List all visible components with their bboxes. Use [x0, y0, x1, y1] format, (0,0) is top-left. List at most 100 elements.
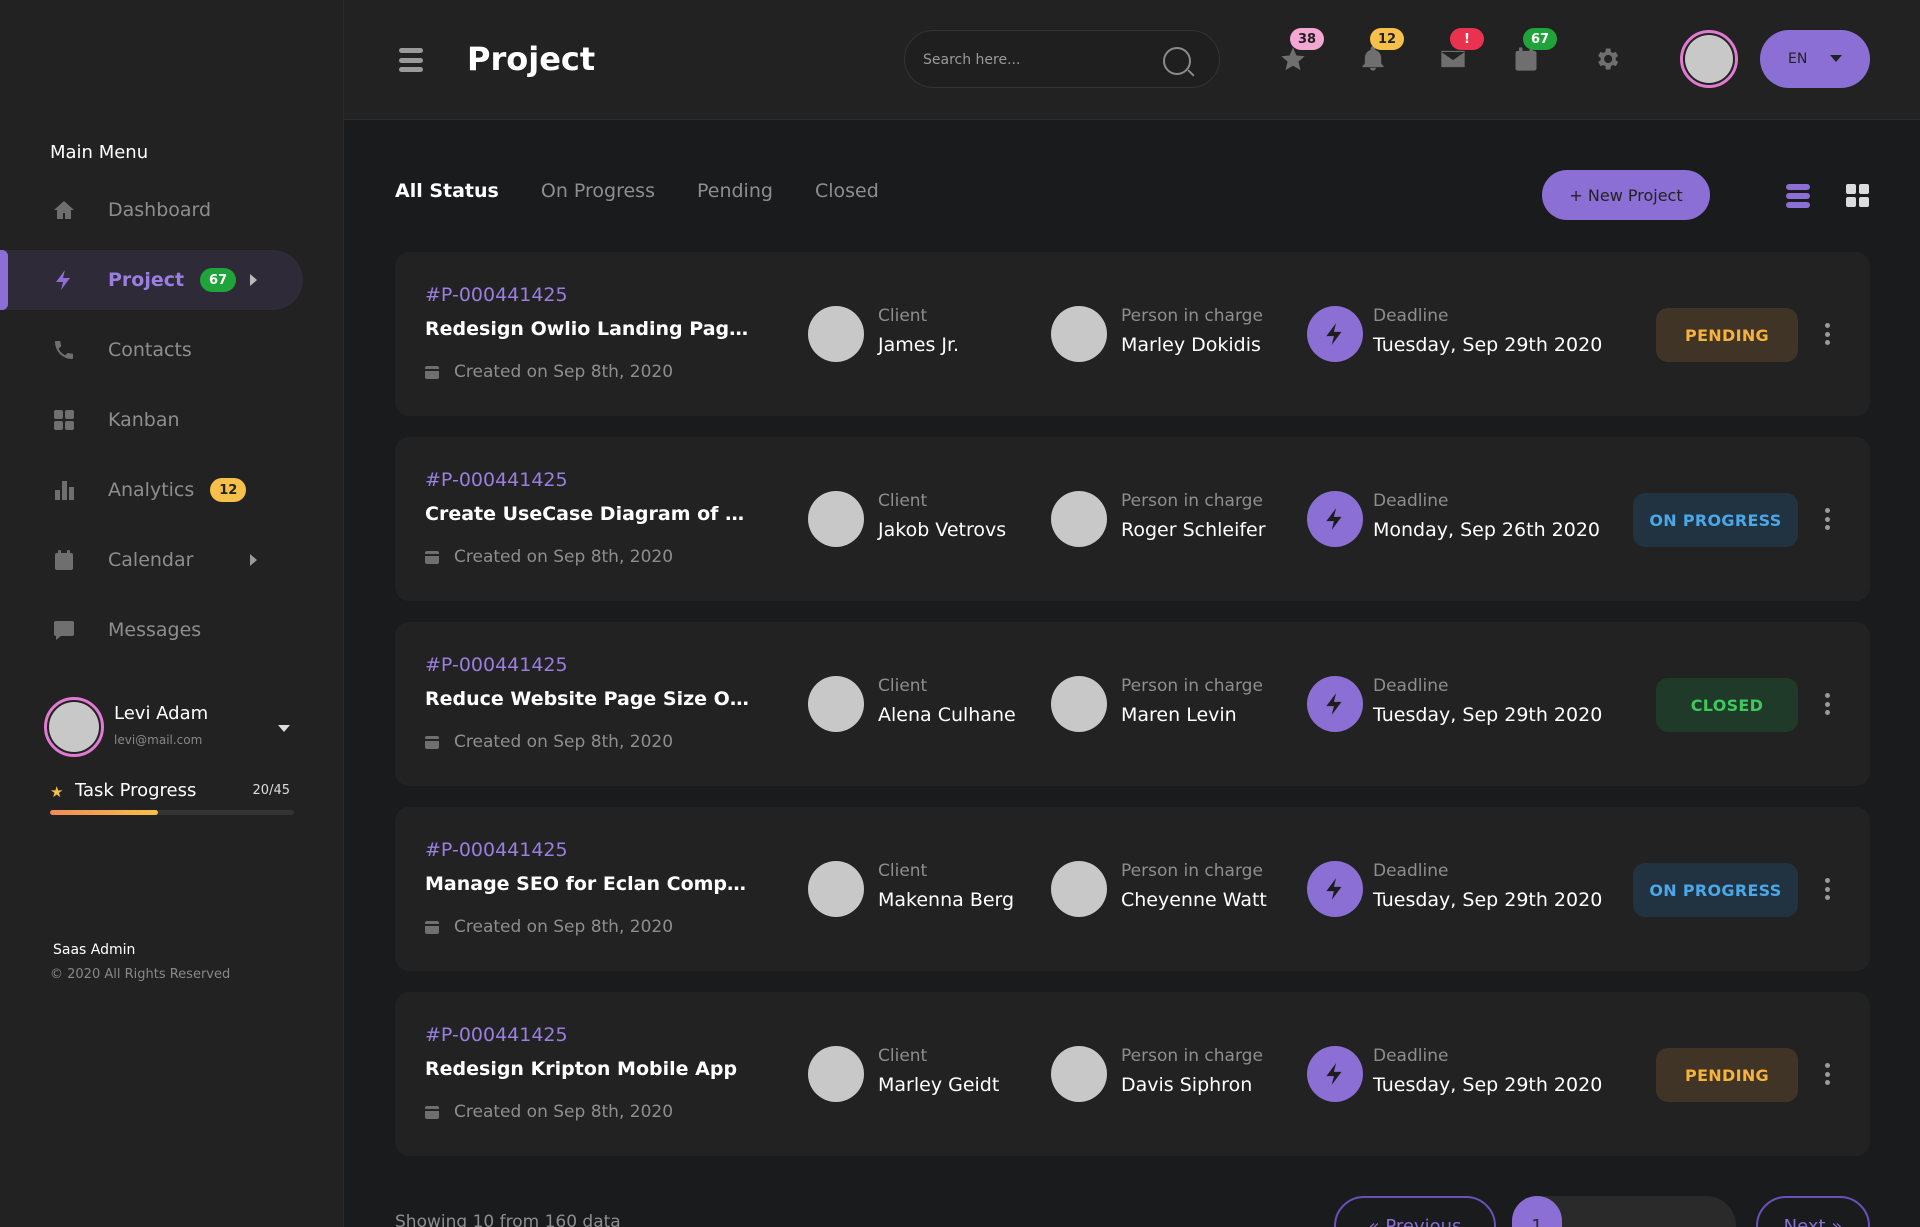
chevron-down-icon[interactable] [278, 725, 290, 732]
project-created: Created on Sep 8th, 2020 [425, 917, 673, 937]
person-name: Maren Levin [1121, 704, 1237, 726]
avatar [44, 697, 104, 757]
grid-view-icon[interactable] [1846, 184, 1870, 208]
sidebar-item-label: Contacts [108, 339, 192, 361]
client-avatar [808, 676, 864, 732]
sidebar: Main Menu Dashboard Project 67 Contacts … [0, 0, 344, 1227]
project-title[interactable]: Reduce Website Page Size Omah [425, 688, 750, 710]
person-label: Person in charge [1121, 861, 1263, 881]
person-label: Person in charge [1121, 676, 1263, 696]
bolt-icon [1307, 1046, 1363, 1102]
page-4[interactable]: 4 [1664, 1210, 1714, 1227]
new-project-button[interactable]: + New Project [1542, 170, 1710, 220]
sidebar-item-messages[interactable]: Messages [0, 600, 303, 660]
more-options-icon[interactable] [1825, 878, 1831, 900]
phone-icon [50, 336, 78, 364]
project-card[interactable]: #P-000441425 Redesign Owlio Landing Page… [395, 252, 1870, 416]
project-id: #P-000441425 [425, 284, 568, 306]
favorites-button[interactable]: 38 [1278, 28, 1324, 74]
project-card[interactable]: #P-000441425 Create UseCase Diagram of F… [395, 437, 1870, 601]
messages-badge: ! [1450, 28, 1484, 50]
client-name: Alena Culhane [878, 704, 1016, 726]
deadline-label: Deadline [1373, 1046, 1449, 1066]
page-1[interactable]: 1 [1512, 1196, 1562, 1227]
project-card[interactable]: #P-000441425 Manage SEO for Eclan Compan… [395, 807, 1870, 971]
previous-label: Previous [1385, 1215, 1462, 1227]
project-card[interactable]: #P-000441425 Redesign Kripton Mobile App… [395, 992, 1870, 1156]
deadline-date: Tuesday, Sep 29th 2020 [1373, 889, 1603, 911]
search-icon[interactable] [1163, 47, 1191, 75]
client-name: Jakob Vetrovs [878, 519, 1007, 541]
calendar-icon [425, 365, 439, 379]
main-nav: Dashboard Project 67 Contacts Kanban Ana… [0, 180, 344, 670]
grid-icon [50, 406, 78, 434]
project-created: Created on Sep 8th, 2020 [425, 1102, 673, 1122]
page-3[interactable]: 3 [1614, 1210, 1664, 1227]
showing-count: Showing 10 from 160 data [395, 1212, 621, 1227]
project-title[interactable]: Manage SEO for Eclan Company P.. [425, 873, 750, 895]
page-2[interactable]: 2 [1564, 1210, 1614, 1227]
page-title: Project [467, 40, 596, 78]
tab-closed[interactable]: Closed [815, 180, 879, 202]
user-profile[interactable]: Levi Adam levi@mail.com [44, 697, 300, 761]
client-avatar [808, 1046, 864, 1102]
bolt-icon [1307, 676, 1363, 732]
calendar-badge: 67 [1523, 28, 1557, 50]
task-progress-fill [50, 810, 159, 815]
language-selector[interactable]: EN [1760, 30, 1870, 88]
calendar-button[interactable]: 67 [1511, 28, 1557, 74]
project-created-text: Created on Sep 8th, 2020 [454, 1102, 674, 1122]
person-label: Person in charge [1121, 491, 1263, 511]
footer-copyright: © 2020 All Rights Reserved [50, 967, 231, 982]
chevron-right-icon [250, 554, 257, 566]
previous-button[interactable]: « Previous [1334, 1196, 1496, 1227]
sidebar-item-calendar[interactable]: Calendar [0, 530, 303, 590]
favorites-badge: 38 [1290, 28, 1324, 50]
messages-button[interactable]: ! [1438, 28, 1484, 74]
person-avatar [1051, 1046, 1107, 1102]
settings-button[interactable] [1592, 44, 1622, 74]
project-title[interactable]: Redesign Kripton Mobile App [425, 1058, 750, 1080]
client-name: Makenna Berg [878, 889, 1015, 911]
sidebar-item-analytics[interactable]: Analytics 12 [0, 460, 303, 520]
sidebar-item-label: Analytics [108, 479, 195, 501]
sidebar-item-project[interactable]: Project 67 [0, 250, 303, 310]
sidebar-item-dashboard[interactable]: Dashboard [0, 180, 303, 240]
next-button[interactable]: Next » [1756, 1196, 1870, 1227]
tab-all-status[interactable]: All Status [395, 180, 499, 202]
tab-pending[interactable]: Pending [697, 180, 773, 202]
list-view-icon[interactable] [1786, 184, 1810, 208]
profile-email: levi@mail.com [114, 733, 203, 747]
project-card[interactable]: #P-000441425 Reduce Website Page Size Om… [395, 622, 1870, 786]
next-label: Next [1783, 1215, 1826, 1227]
client-avatar [808, 491, 864, 547]
project-title[interactable]: Redesign Owlio Landing Page Web.. [425, 318, 750, 340]
project-created-text: Created on Sep 8th, 2020 [454, 917, 674, 937]
more-options-icon[interactable] [1825, 323, 1831, 345]
more-options-icon[interactable] [1825, 693, 1831, 715]
bolt-icon [1307, 306, 1363, 362]
task-progress-bar [50, 810, 294, 815]
hamburger-icon[interactable] [399, 48, 423, 72]
more-options-icon[interactable] [1825, 508, 1831, 530]
task-progress-count: 20/45 [252, 783, 290, 798]
project-title[interactable]: Create UseCase Diagram of Fillow.. [425, 503, 750, 525]
status-badge: ON PROGRESS [1633, 863, 1798, 917]
page-numbers: 1 2 3 4 [1512, 1196, 1736, 1227]
tab-on-progress[interactable]: On Progress [541, 180, 655, 202]
double-chevron-right-icon: » [1825, 1215, 1843, 1227]
client-label: Client [878, 861, 928, 881]
status-tabs: All Status On Progress Pending Closed [395, 180, 921, 202]
chevron-down-icon [1830, 55, 1842, 62]
project-id: #P-000441425 [425, 1024, 568, 1046]
more-options-icon[interactable] [1825, 1063, 1831, 1085]
bolt-icon [1307, 861, 1363, 917]
sidebar-item-contacts[interactable]: Contacts [0, 320, 303, 380]
notifications-button[interactable]: 12 [1358, 28, 1404, 74]
project-created: Created on Sep 8th, 2020 [425, 547, 673, 567]
sidebar-item-kanban[interactable]: Kanban [0, 390, 303, 450]
header-avatar[interactable] [1680, 30, 1738, 88]
search-input[interactable] [923, 48, 1153, 72]
home-icon [50, 196, 78, 224]
sidebar-item-label: Dashboard [108, 199, 212, 221]
